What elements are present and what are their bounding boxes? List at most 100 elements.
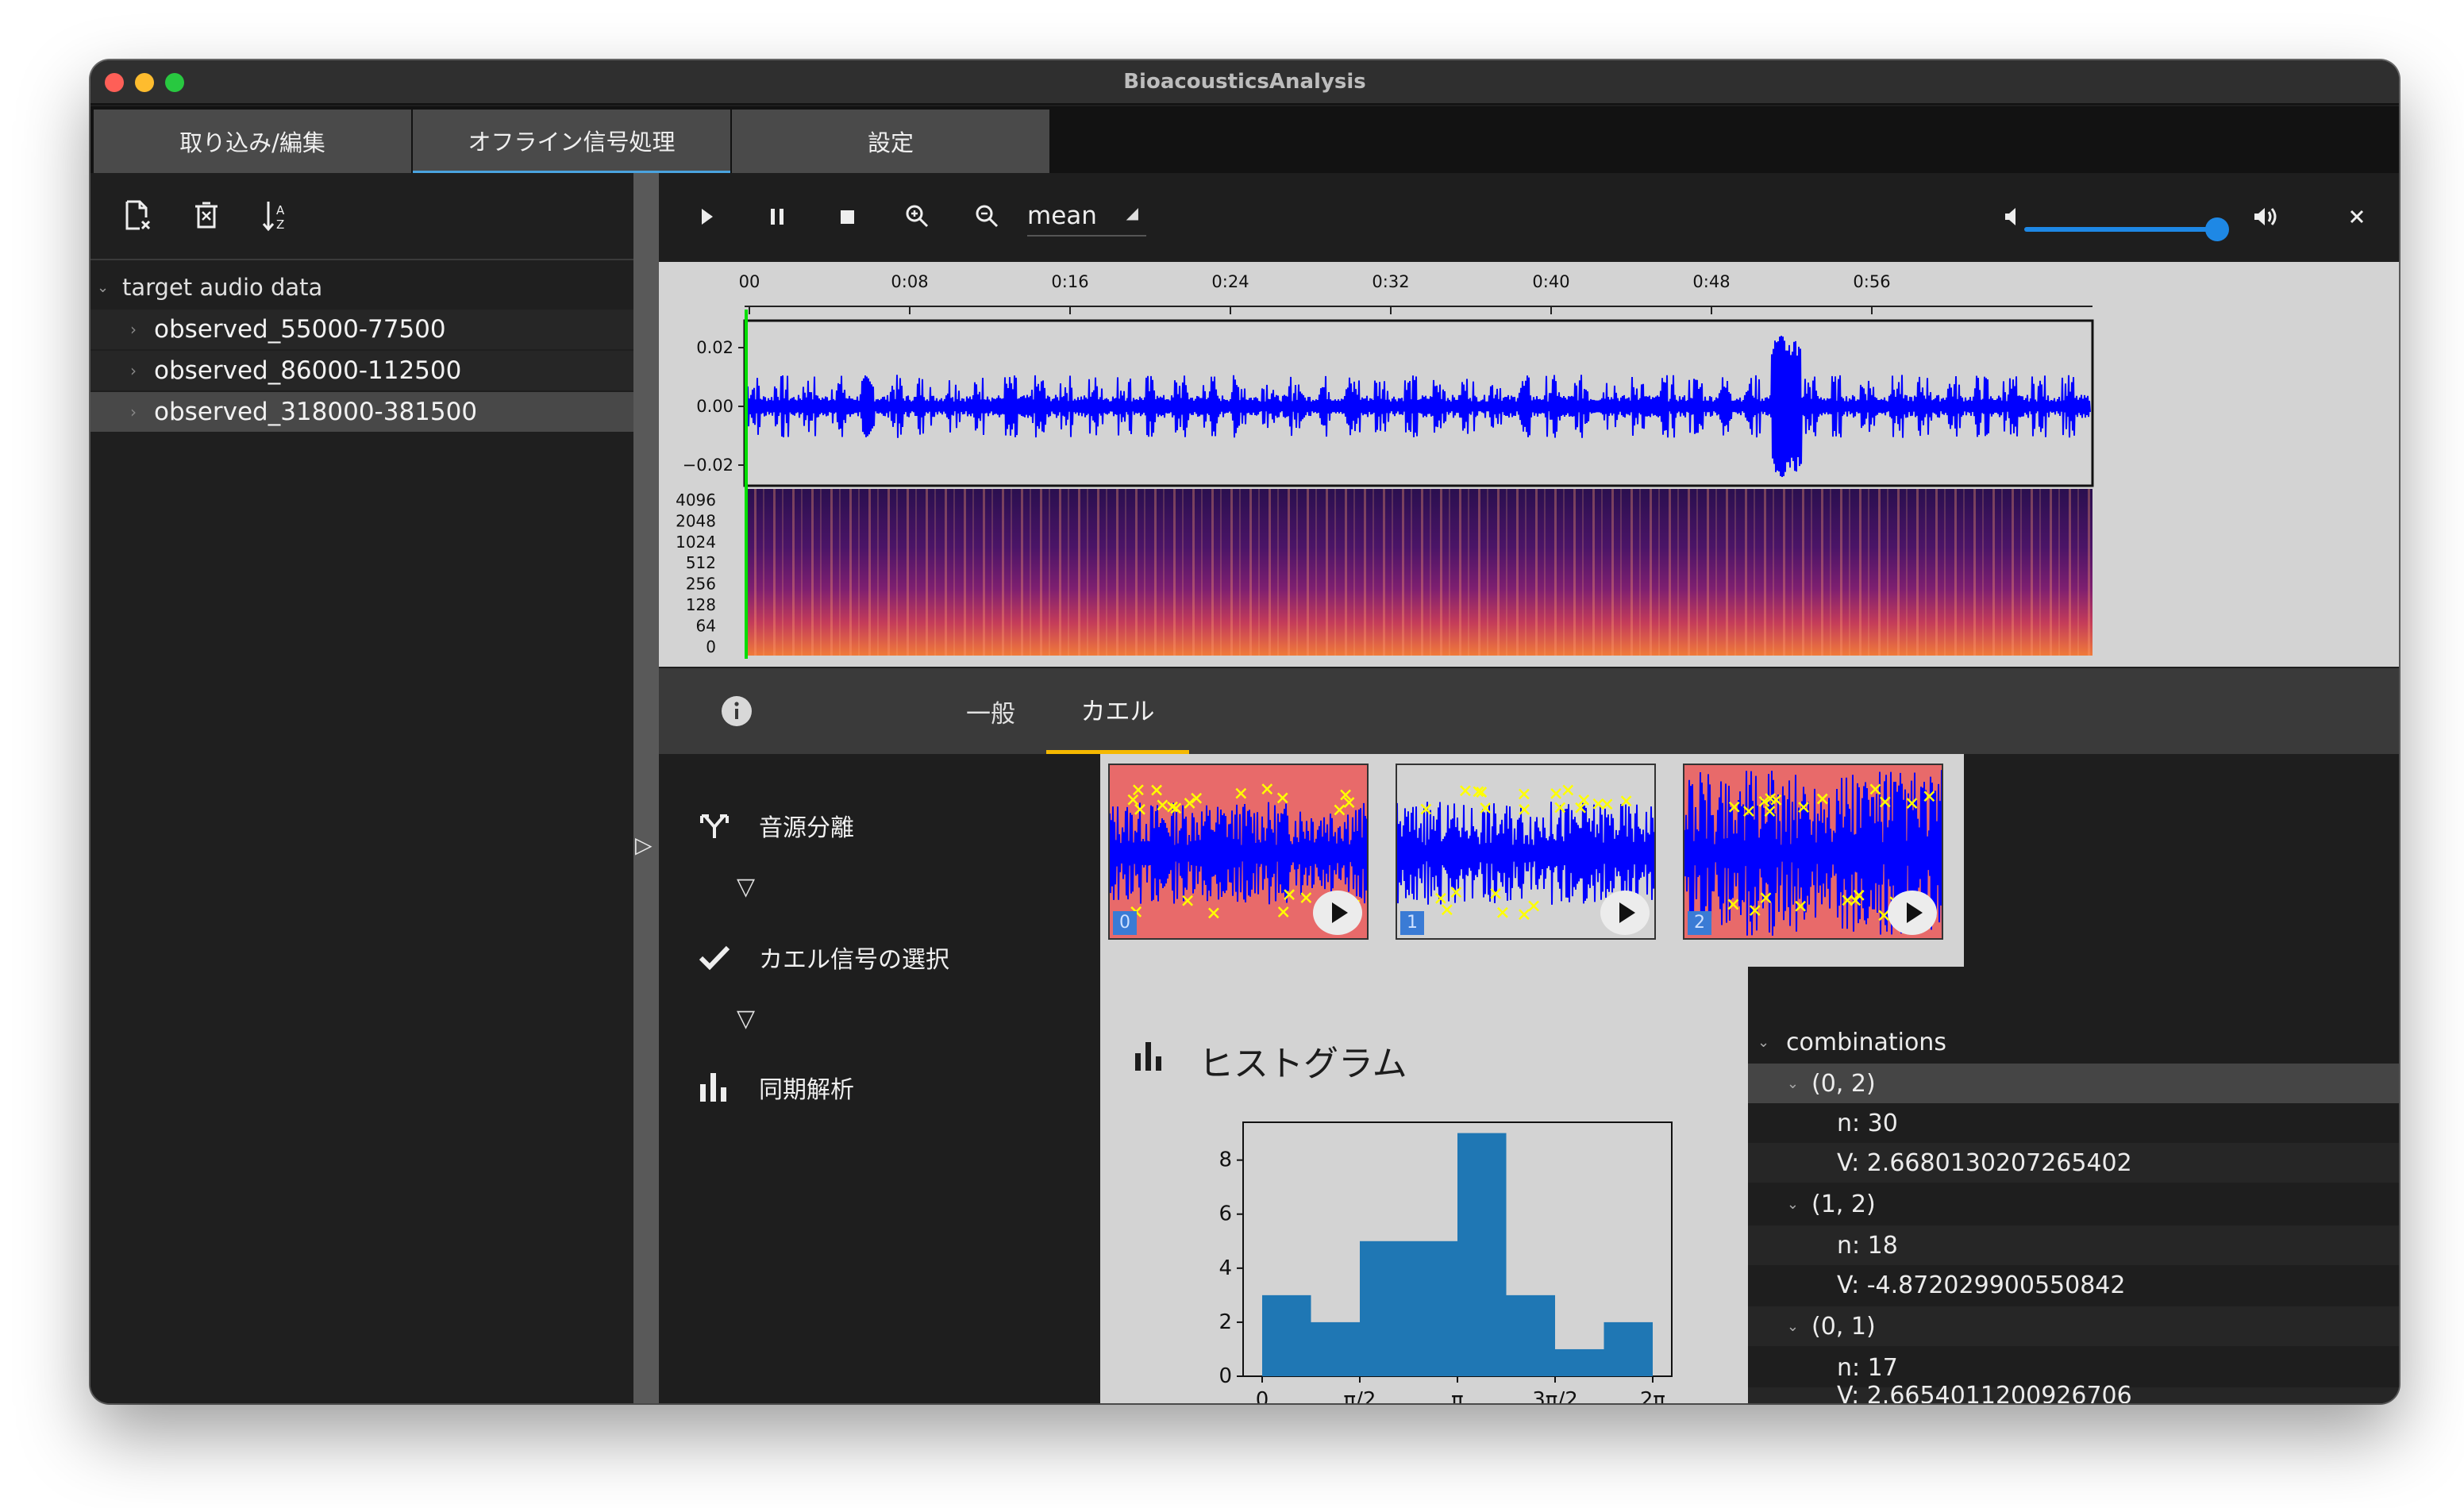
bar-chart-icon	[1132, 1039, 1199, 1083]
tab-import-edit[interactable]: 取り込み/編集	[94, 110, 411, 173]
step-sync-analysis[interactable]: 同期解析	[697, 1064, 854, 1111]
amp-tick-label: −0.02	[683, 456, 733, 475]
play-icon[interactable]	[687, 197, 727, 237]
tree-item-label: observed_55000-77500	[154, 315, 446, 344]
tab-general[interactable]: 一般	[919, 668, 1062, 754]
file-sidebar: AZ ⌄ target audio data › observed_55000-…	[90, 173, 633, 1403]
tab-info[interactable]	[691, 668, 783, 754]
phase-histogram-chart: 0 2 4 6 8 0 π/2 π 3π/2 2π	[1219, 1121, 1673, 1403]
bar-chart-icon	[697, 1070, 759, 1105]
tree-item-selected[interactable]: › observed_318000-381500	[90, 392, 633, 432]
volume-slider-handle[interactable]	[2205, 217, 2229, 241]
zoom-out-icon[interactable]	[967, 197, 1007, 237]
step-source-separation[interactable]: 音源分離	[697, 802, 854, 849]
analysis-steps: 音源分離 ▽ カエル信号の選択 ▽ 同期解析	[659, 754, 1100, 1403]
result-group[interactable]: ⌄ (0, 1)	[1748, 1306, 2399, 1346]
y-tick-label: 0	[1219, 1364, 1232, 1388]
tab-offline-processing[interactable]: オフライン信号処理	[413, 110, 730, 173]
histogram-bar	[1408, 1241, 1457, 1376]
pause-icon[interactable]	[757, 197, 797, 237]
source-thumbnail[interactable]: 1	[1396, 764, 1656, 940]
zoom-in-icon[interactable]	[897, 197, 937, 237]
source-index-badge: 0	[1113, 911, 1137, 935]
tree-root[interactable]: ⌄ target audio data	[90, 267, 633, 308]
result-n-label: n: 17	[1837, 1353, 1898, 1382]
result-group-label: (1, 2)	[1811, 1190, 1876, 1218]
play-source-button[interactable]	[1313, 891, 1362, 935]
waveform-spectrogram-plot[interactable]: 00 0:08 0:16 0:24 0:32 0:40 0:48 0:56 0.02 0.00 −…	[659, 262, 2399, 667]
time-tick-label: 0:48	[1692, 272, 1730, 291]
histogram-bar	[1360, 1241, 1409, 1376]
mode-select[interactable]: mean ◢	[1027, 202, 1146, 237]
tree-item-label: observed_86000-112500	[154, 356, 462, 385]
analysis-tab-bar: 一般 カエル	[659, 668, 2399, 754]
volume-slider[interactable]	[2024, 227, 2218, 232]
histogram-bar	[1555, 1348, 1604, 1376]
play-source-button[interactable]	[1600, 891, 1650, 935]
play-source-button[interactable]	[1888, 891, 1937, 935]
tab-settings[interactable]: 設定	[732, 110, 1049, 173]
time-tick-label: 0:40	[1532, 272, 1569, 291]
chevron-down-icon: ⌄	[1786, 1195, 1799, 1213]
result-group[interactable]: ⌄ (1, 2)	[1748, 1184, 2399, 1224]
time-tick-label: 0:08	[891, 272, 928, 291]
result-n-label: n: 30	[1837, 1109, 1898, 1137]
x-tick-label: π	[1451, 1388, 1464, 1403]
x-tick-label: 0	[1256, 1388, 1269, 1403]
chevron-down-icon: ⌄	[97, 279, 110, 296]
chevron-down-icon: ⌄	[1758, 1033, 1770, 1051]
histogram-bar	[1604, 1321, 1653, 1376]
stop-icon[interactable]	[827, 197, 867, 237]
window-title: BioacousticsAnalysis	[1123, 70, 1366, 94]
chevron-down-icon: ⌄	[1786, 1075, 1799, 1092]
y-tick-label: 4	[1219, 1256, 1232, 1280]
volume-up-icon[interactable]	[2246, 197, 2286, 237]
x-tick-label: 2π	[1640, 1388, 1665, 1403]
source-index-badge: 2	[1688, 911, 1711, 935]
app-window: BioacousticsAnalysis 取り込み/編集 オフライン信号処理 設…	[90, 60, 2399, 1403]
result-v-label: V: 2.6654011200926706	[1837, 1381, 2132, 1404]
step-frog-signal-selection[interactable]: カエル信号の選択	[697, 933, 949, 981]
mode-select-value: mean	[1027, 202, 1097, 230]
svg-text:A: A	[276, 203, 285, 217]
histogram-bar	[1457, 1133, 1507, 1376]
freq-tick-label: 128	[686, 595, 716, 614]
chevron-right-icon: ›	[130, 361, 137, 380]
spectrogram-harmonics	[745, 489, 2092, 656]
step-label: 音源分離	[759, 814, 854, 842]
step-arrow: ▽	[737, 1005, 756, 1033]
results-root[interactable]: ⌄ combinations	[1748, 1022, 2399, 1062]
source-thumbnail[interactable]: 0	[1108, 764, 1369, 940]
time-tick-label: 00	[739, 272, 760, 291]
chevron-right-icon: ›	[130, 402, 137, 421]
result-v: V: -4.872029900550842	[1748, 1265, 2399, 1305]
result-v-label: V: -4.872029900550842	[1837, 1271, 2126, 1299]
frequency-axis-ticks: 40962048 1024512 256128 64 0	[676, 490, 716, 656]
result-n-label: n: 18	[1837, 1231, 1898, 1260]
x-tick-label: π/2	[1344, 1388, 1376, 1403]
tree-item[interactable]: › observed_86000-112500	[90, 351, 633, 390]
time-axis-ticks: 00 0:08 0:16 0:24 0:32 0:40 0:48 0:56	[739, 272, 1891, 314]
sort-icon[interactable]: AZ	[257, 197, 295, 235]
histogram-bar	[1262, 1294, 1311, 1376]
result-n: n: 30	[1748, 1103, 2399, 1143]
svg-text:Z: Z	[276, 217, 284, 232]
amplitude-axis-ticks: 0.02 0.00 −0.02	[683, 338, 745, 475]
tree-item[interactable]: › observed_55000-77500	[90, 310, 633, 349]
collapse-handle-icon[interactable]: ▷	[635, 832, 653, 858]
results-root-label: combinations	[1786, 1028, 1946, 1056]
tab-frog[interactable]: カエル	[1046, 668, 1189, 754]
result-group[interactable]: ⌄ (0, 2)	[1748, 1064, 2399, 1103]
source-separation-icon	[697, 808, 759, 843]
source-thumbnail[interactable]: 2	[1683, 764, 1943, 940]
amp-tick-label: 0.00	[696, 397, 733, 416]
time-tick-label: 0:16	[1051, 272, 1088, 291]
close-icon[interactable]	[2337, 197, 2377, 237]
histogram-bar	[1506, 1294, 1555, 1376]
histogram-heading: ヒストグラム	[1132, 1037, 1407, 1084]
result-v: V: 2.6680130207265402	[1748, 1143, 2399, 1183]
delete-icon[interactable]	[187, 197, 225, 235]
freq-tick-label: 64	[696, 616, 716, 635]
panel-splitter[interactable]: ▷	[633, 173, 659, 1403]
remove-file-icon[interactable]	[117, 197, 156, 235]
